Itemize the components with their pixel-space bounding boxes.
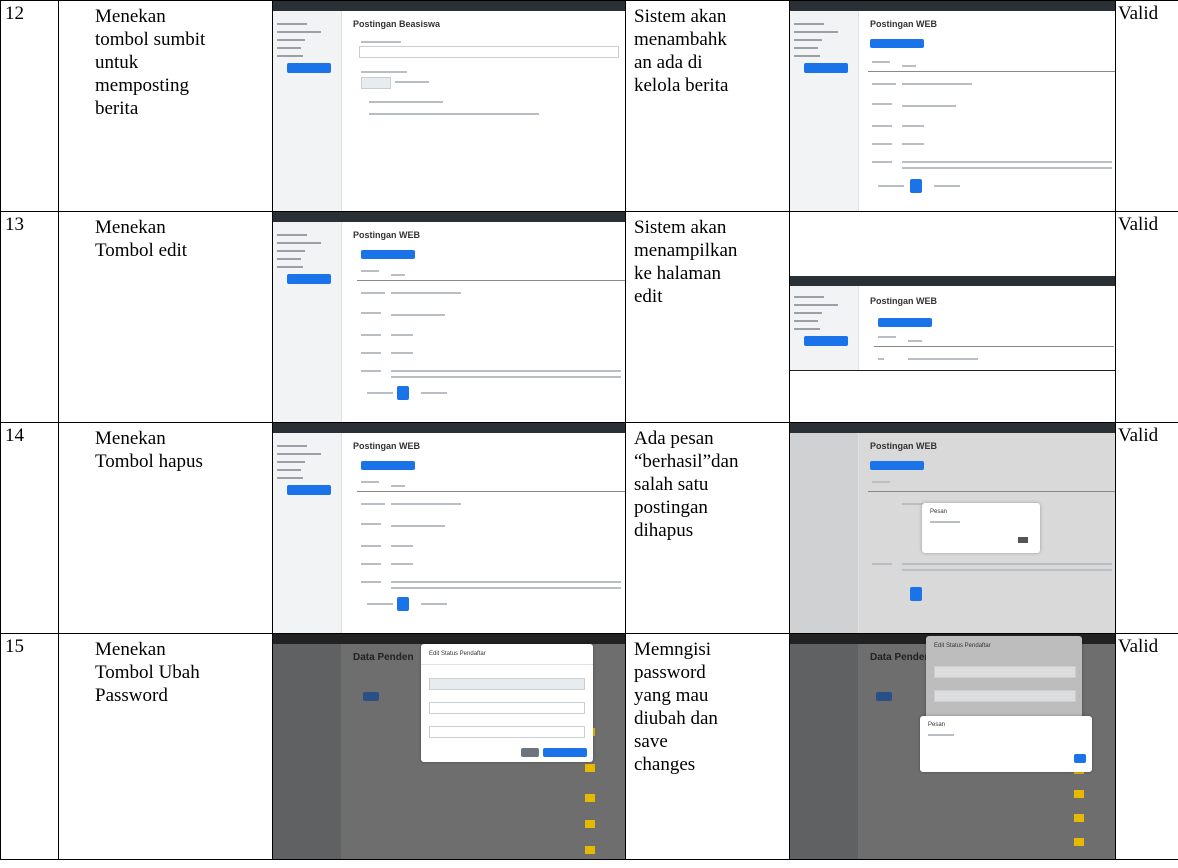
page-title: Postingan WEB [870, 296, 937, 306]
screenshot-before: Postingan Beasiswa [272, 0, 626, 212]
row-number: 12 [0, 0, 59, 212]
test-step: Menekan tombol sumbit untuk memposting b… [58, 0, 273, 212]
page-title: Postingan Beasiswa [353, 19, 441, 29]
page-title: Postingan WEB [353, 441, 420, 451]
alert-title: Pesan [928, 722, 946, 728]
status-label: Valid [1115, 211, 1178, 423]
page-title: Data Penden [870, 652, 931, 663]
screenshot-after: Data Penden Edit Status Pendaftar Pesan [789, 633, 1116, 860]
row-number: 14 [0, 422, 59, 634]
modal-title: Edit Status Pendaftar [429, 651, 486, 657]
status-label: Valid [1115, 633, 1178, 860]
test-step: Menekan Tombol hapus [58, 422, 273, 634]
table-row: 13 Menekan Tombol edit Postingan WEB Sis… [0, 211, 1178, 423]
test-step: Menekan Tombol edit [58, 211, 273, 423]
status-label: Valid [1115, 422, 1178, 634]
test-case-table: 12 Menekan tombol sumbit untuk mempostin… [0, 0, 1178, 860]
screenshot-after: Postingan WEB [789, 0, 1116, 212]
expected-result: Ada pesan “berhasil”dan salah satu posti… [625, 422, 790, 634]
row-number: 15 [0, 633, 59, 860]
modal-title: Pesan [930, 509, 948, 515]
expected-result: Sistem akan menambahk an ada di kelola b… [625, 0, 790, 212]
page-title: Data Penden [353, 652, 414, 663]
expected-result: Sistem akan menampilkan ke halaman edit [625, 211, 790, 423]
page-title: Postingan WEB [353, 230, 420, 240]
page-title: Postingan WEB [870, 19, 937, 29]
row-number: 13 [0, 211, 59, 423]
test-step: Menekan Tombol Ubah Password [58, 633, 273, 860]
modal-title: Edit Status Pendaftar [934, 643, 991, 649]
table-row: 15 Menekan Tombol Ubah Password Data Pen… [0, 633, 1178, 860]
screenshot-after: Postingan WEB [789, 211, 1116, 423]
screenshot-before: Data Penden Edit Status Pendaftar [272, 633, 626, 860]
table-row: 14 Menekan Tombol hapus Postingan WEB Ad… [0, 422, 1178, 634]
screenshot-before: Postingan WEB [272, 211, 626, 423]
screenshot-before: Postingan WEB [272, 422, 626, 634]
page-title: Postingan WEB [870, 441, 937, 451]
status-label: Valid [1115, 0, 1178, 212]
expected-result: Memngisi password yang mau diubah dan sa… [625, 633, 790, 860]
table-row: 12 Menekan tombol sumbit untuk mempostin… [0, 0, 1178, 212]
screenshot-after: Postingan WEB Pesan [789, 422, 1116, 634]
